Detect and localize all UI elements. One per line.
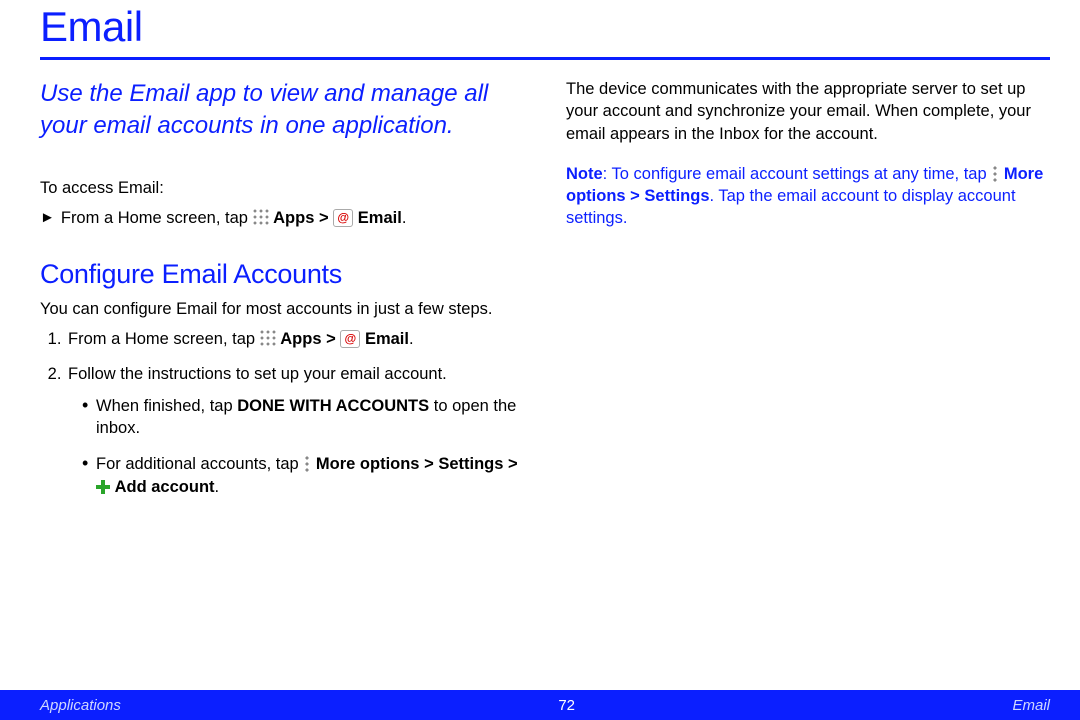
two-column-layout: Use the Email app to view and manage all… — [40, 78, 1050, 512]
text-fragment: From a Home screen, tap — [61, 209, 248, 227]
footer-topic: Email — [1012, 697, 1050, 714]
configure-desc: You can configure Email for most account… — [40, 298, 524, 320]
done-with-accounts-label: DONE WITH ACCOUNTS — [237, 397, 429, 415]
gt: > — [424, 455, 434, 473]
period: . — [402, 209, 407, 227]
right-column: The device communicates with the appropr… — [566, 78, 1050, 512]
text-fragment: Follow the instructions to set up your e… — [68, 365, 447, 383]
access-label: To access Email: — [40, 177, 524, 199]
email-app-icon — [333, 209, 353, 227]
access-step: ► From a Home screen, tap Apps > Email. — [40, 207, 524, 230]
footer-section-name: Applications — [40, 697, 121, 714]
text-fragment: For additional accounts, tap — [96, 455, 299, 473]
intro-text: Use the Email app to view and manage all… — [40, 78, 524, 143]
left-column: Use the Email app to view and manage all… — [40, 78, 534, 512]
configure-steps: From a Home screen, tap Apps > Email. Fo… — [40, 328, 524, 498]
gt: > — [508, 455, 518, 473]
email-label: Email — [358, 209, 402, 227]
note-prefix: : To configure email account settings at… — [603, 165, 987, 183]
apps-grid-icon — [253, 209, 269, 225]
server-paragraph: The device communicates with the appropr… — [566, 78, 1050, 145]
section-heading-configure: Configure Email Accounts — [40, 256, 524, 292]
text-fragment: When finished, tap — [96, 397, 233, 415]
add-account-label: Add account — [115, 478, 215, 496]
period: . — [215, 478, 220, 496]
apps-grid-icon — [260, 330, 276, 346]
settings-label: Settings — [438, 455, 503, 473]
more-options-icon — [991, 166, 999, 182]
sub-bullets: When finished, tap DONE WITH ACCOUNTS to… — [68, 395, 524, 498]
email-app-icon — [340, 330, 360, 348]
settings-label: Settings — [644, 187, 709, 205]
sub-bullet-done: When finished, tap DONE WITH ACCOUNTS to… — [82, 395, 524, 440]
gt: > — [319, 209, 329, 227]
page-title: Email — [40, 3, 1050, 51]
footer-page-number: 72 — [558, 697, 575, 714]
step-1: From a Home screen, tap Apps > Email. — [66, 328, 524, 350]
plus-icon — [96, 480, 110, 494]
arrow-icon: ► — [40, 207, 55, 230]
sub-bullet-additional: For additional accounts, tap More option… — [82, 453, 524, 498]
more-options-icon — [303, 456, 311, 472]
apps-label: Apps — [280, 330, 321, 348]
title-rule — [40, 57, 1050, 60]
access-step-text: From a Home screen, tap Apps > Email. — [61, 207, 407, 229]
note-block: Note: To configure email account setting… — [566, 163, 1050, 230]
page-footer: Applications 72 Email — [0, 690, 1080, 720]
period: . — [409, 330, 414, 348]
gt: > — [326, 330, 336, 348]
gt: > — [630, 187, 640, 205]
manual-page: Email Use the Email app to view and mana… — [0, 0, 1080, 720]
note-label: Note — [566, 165, 603, 183]
apps-label: Apps — [273, 209, 314, 227]
email-label: Email — [365, 330, 409, 348]
step-2: Follow the instructions to set up your e… — [66, 363, 524, 498]
text-fragment: From a Home screen, tap — [68, 330, 255, 348]
more-options-label: More options — [316, 455, 420, 473]
